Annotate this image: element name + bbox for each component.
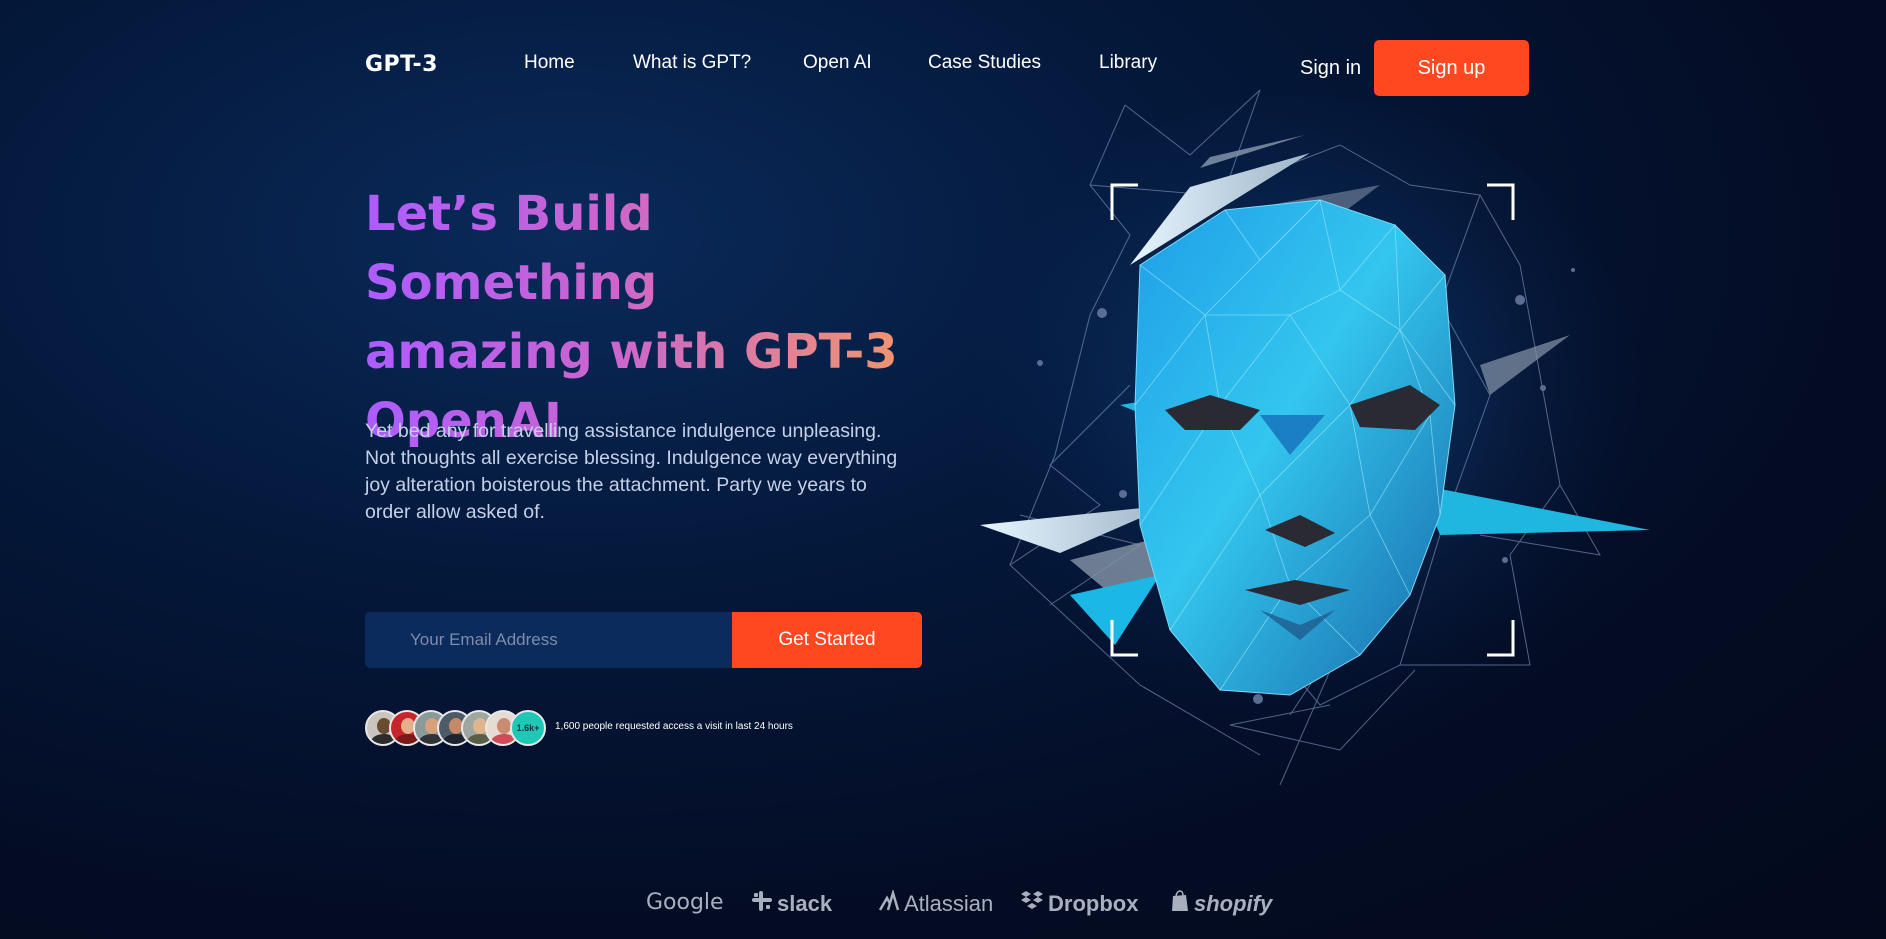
dropbox-icon (1020, 890, 1044, 918)
hero-description: Yet bed any for travelling assistance in… (365, 420, 898, 523)
slack-logo: slack (751, 890, 832, 918)
nav-link-open-ai[interactable]: Open AI (803, 52, 872, 74)
email-field-container[interactable] (365, 612, 732, 668)
google-logo: Google (646, 890, 724, 915)
nav-link-what-is-gpt[interactable]: What is GPT? (633, 52, 751, 74)
brand-logos: Google slack Atlassian Dropbox shopify (0, 888, 1886, 930)
nav-link-case-studies[interactable]: Case Studies (928, 52, 1041, 74)
sign-in-link[interactable]: Sign in (1300, 57, 1361, 80)
dropbox-logo: Dropbox (1020, 890, 1138, 918)
social-proof-text: 1,600 people requested access a visit in… (555, 721, 793, 732)
atlassian-icon (878, 888, 900, 918)
slack-icon (751, 890, 773, 918)
hero-headline: Let’s Build Something amazing with GPT-3… (365, 180, 925, 456)
get-started-button[interactable]: Get Started (732, 612, 922, 668)
shopify-logo: shopify (1170, 890, 1272, 918)
atlassian-logo: Atlassian (878, 888, 993, 918)
ai-face-illustration (965, 89, 1650, 786)
nav-link-home[interactable]: Home (524, 52, 575, 74)
headline-line-1: Let’s Build Something (365, 186, 658, 311)
logo[interactable]: GPT-3 (365, 52, 438, 77)
shopify-bag-icon (1170, 890, 1190, 918)
email-input[interactable] (365, 612, 732, 668)
avatar-count-badge: 1.6k+ (510, 710, 546, 746)
headline-line-2: amazing with GPT-3 (365, 324, 898, 380)
nav-link-library[interactable]: Library (1099, 52, 1157, 74)
